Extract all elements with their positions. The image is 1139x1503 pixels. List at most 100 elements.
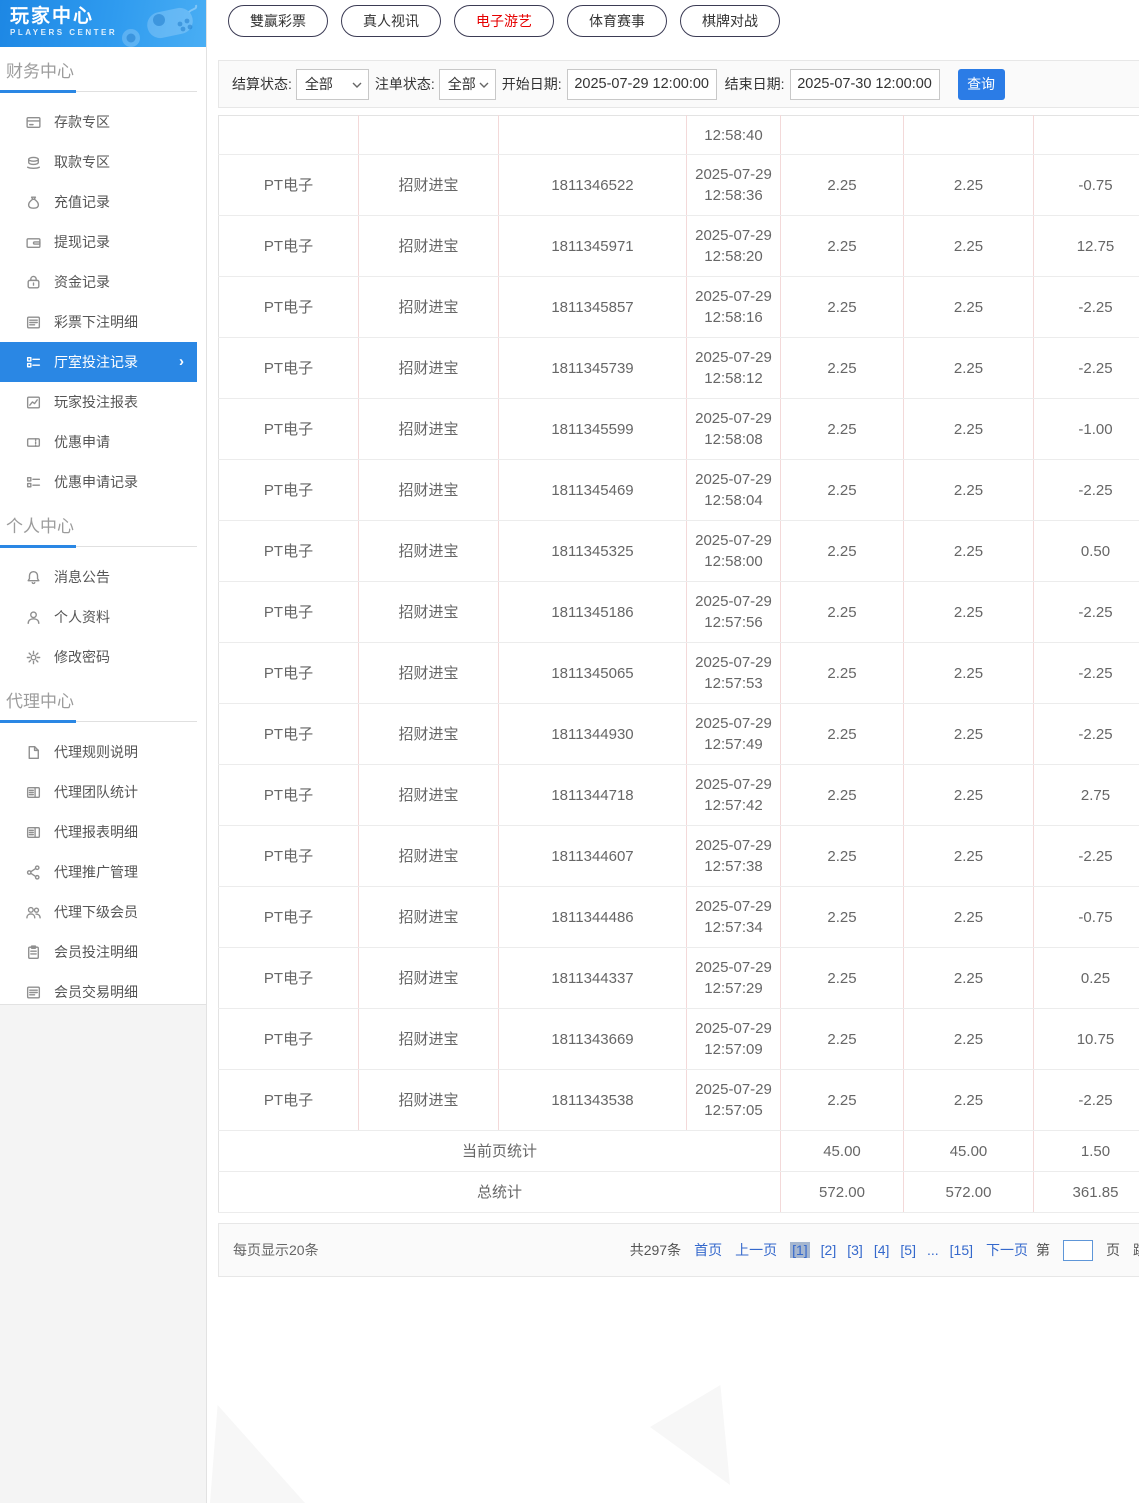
page-link[interactable]: [3] [847, 1242, 863, 1258]
bet-vendor-cell: PT电子 [218, 215, 359, 277]
sidebar-item[interactable]: 消息公告› [0, 557, 197, 597]
bet-amount-cell: 2.25 [780, 703, 904, 765]
order-status-label: 注单状态: [374, 76, 435, 92]
sidebar-item[interactable]: 彩票下注明细› [0, 302, 197, 342]
bet-game-cell: 招财进宝 [358, 215, 499, 277]
sidebar-item[interactable]: 玩家投注报表› [0, 382, 197, 422]
tab-2[interactable]: 真人视讯 [341, 5, 441, 37]
jump-page-input[interactable] [1063, 1239, 1093, 1261]
pagination-controls: 共297条 首页 上一页 [1] [2] [3] [4] [5]... [15] 下一页 … [630, 1239, 1139, 1261]
sidebar-item[interactable]: 优惠申请记录› [0, 462, 197, 502]
next-page-link[interactable]: 下一页 [986, 1240, 1028, 1260]
bet-game-cell: 招财进宝 [358, 642, 499, 704]
order-status-value: 全部 [447, 76, 476, 92]
bet-valid-cell: 2.25 [903, 337, 1034, 399]
settle-status-select[interactable]: 全部 [295, 68, 369, 100]
table-row: PT电子 招财进宝 1811345599 2025-07-29 12:58:08 2.25… [218, 398, 1139, 460]
bet-valid-cell: 2.25 [903, 947, 1034, 1009]
jump-button[interactable]: 跳 [1133, 1240, 1139, 1260]
bet-time-cell: 2025-07-29 12:58:36 [686, 154, 781, 216]
bet-amount-cell: 2.25 [780, 154, 904, 216]
sidebar-section: 财务中心存款专区›取款专区›充值记录›提现记录›资金记录›彩票下注明细›厅室投注… [0, 47, 206, 502]
sidebar-item[interactable]: 代理规则说明› [0, 732, 197, 772]
page-link-current[interactable]: [1] [790, 1242, 810, 1258]
total-stats-bet: 572.00 [780, 1171, 904, 1213]
table-row: PT电子 招财进宝 1811345739 2025-07-29 12:58:12 2.25… [218, 337, 1139, 399]
page-size-text: 每页显示20条 [233, 1242, 319, 1258]
end-date-input[interactable] [789, 68, 940, 100]
table-row: PT电子 招财进宝 1811345971 2025-07-29 12:58:20 2.25… [218, 215, 1139, 277]
news-icon [24, 824, 42, 841]
sidebar-item[interactable]: 会员交易明细› [0, 972, 197, 1012]
sidebar-item[interactable]: 取款专区› [0, 142, 197, 182]
bet-time-cell: 2025-07-29 12:58:00 [686, 520, 781, 582]
bet-vendor-cell: PT电子 [218, 1008, 359, 1070]
sidebar-section-title: 个人中心 [0, 502, 197, 548]
list-icon [24, 984, 42, 1001]
sidebar-item-label: 修改密码 [54, 649, 110, 665]
bet-order-cell: 1811346522 [498, 154, 687, 216]
bet-order-cell: 1811344607 [498, 825, 687, 887]
sidebar-item[interactable]: 代理报表明细› [0, 812, 197, 852]
bet-valid-cell: 2.25 [903, 520, 1034, 582]
bet-winloss-cell: -0.75 [1033, 154, 1139, 216]
sidebar-item-label: 厅室投注记录 [54, 354, 138, 370]
withdraw-icon [24, 154, 42, 171]
bet-time-cell: 2025-07-29 12:58:08 [686, 398, 781, 460]
sidebar-item[interactable]: 优惠申请› [0, 422, 197, 462]
sidebar-item[interactable]: 会员投注明细› [0, 932, 197, 972]
sidebar-section-title: 代理中心 [0, 677, 197, 723]
total-stats-label: 总统计 [218, 1171, 781, 1213]
sidebar-item[interactable]: 资金记录› [0, 262, 197, 302]
sidebar-item[interactable]: 代理下级会员› [0, 892, 197, 932]
bet-valid-cell: 2.25 [903, 764, 1034, 826]
bet-vendor-cell: PT电子 [218, 703, 359, 765]
start-date-input[interactable] [566, 68, 717, 100]
bet-vendor-cell: PT电子 [218, 459, 359, 521]
first-page-link[interactable]: 首页 [694, 1240, 722, 1260]
deposit-icon [24, 114, 42, 131]
tab-5[interactable]: 棋牌对战 [680, 5, 780, 37]
tab-1[interactable]: 雙赢彩票 [228, 5, 328, 37]
page-link[interactable]: [4] [874, 1242, 890, 1258]
sidebar-item[interactable]: 代理团队统计› [0, 772, 197, 812]
tab-4[interactable]: 体育赛事 [567, 5, 667, 37]
prev-page-link[interactable]: 上一页 [735, 1240, 777, 1260]
total-stats-valid: 572.00 [903, 1171, 1034, 1213]
bet-game-cell: 招财进宝 [358, 1008, 499, 1070]
bet-valid-cell: 2.25 [903, 154, 1034, 216]
settle-status-label: 结算状态: [232, 76, 292, 92]
query-button[interactable]: 查询 [957, 68, 1005, 100]
bet-amount-cell: 2.25 [780, 642, 904, 704]
bet-time-cell: 2025-07-29 12:57:09 [686, 1008, 781, 1070]
bet-time-cell: 2025-07-29 12:58:12 [686, 337, 781, 399]
bet-time-cell: 2025-07-29 12:58:04 [686, 459, 781, 521]
sidebar-item[interactable]: 个人资料› [0, 597, 197, 637]
bet-valid-cell: 2.25 [903, 459, 1034, 521]
bet-order-cell: 1811345065 [498, 642, 687, 704]
bet-time-cell: 2025-07-29 12:58:20 [686, 215, 781, 277]
sidebar-item[interactable]: 提现记录› [0, 222, 197, 262]
users-icon [24, 904, 42, 921]
page-link[interactable]: [15] [950, 1242, 973, 1258]
sidebar-item-label: 代理团队统计 [54, 784, 138, 800]
bet-amount-cell: 2.25 [780, 276, 904, 338]
news-icon [24, 784, 42, 801]
sidebar-header: 玩家中心 PLAYERS CENTER [0, 0, 206, 47]
sidebar-item-active[interactable]: 厅室投注记录 › [0, 342, 197, 382]
sidebar-item[interactable]: 修改密码› [0, 637, 197, 677]
bet-game-cell: 招财进宝 [358, 825, 499, 887]
file-icon [24, 744, 42, 761]
sidebar-item[interactable]: 代理推广管理› [0, 852, 197, 892]
bet-game-cell: 招财进宝 [358, 1069, 499, 1131]
page-link[interactable]: [2] [821, 1242, 837, 1258]
tab-3-active[interactable]: 电子游艺 [454, 5, 554, 37]
page-link[interactable]: [5] [900, 1242, 916, 1258]
bet-game-cell: 招财进宝 [358, 337, 499, 399]
table-row: PT电子 招财进宝 1811344337 2025-07-29 12:57:29 2.25… [218, 947, 1139, 1009]
sidebar-item[interactable]: 存款专区› [0, 102, 197, 142]
sidebar-section-title: 财务中心 [0, 47, 197, 93]
sidebar-item[interactable]: 充值记录› [0, 182, 197, 222]
order-status-select[interactable]: 全部 [438, 68, 496, 100]
bet-game-cell: 招财进宝 [358, 154, 499, 216]
